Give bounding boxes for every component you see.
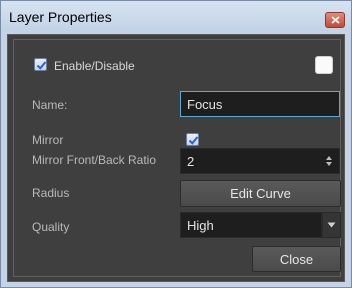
- mirror-label: Mirror: [32, 133, 64, 147]
- spin-arrows-icon[interactable]: [324, 154, 334, 168]
- edit-curve-button[interactable]: Edit Curve: [180, 180, 341, 207]
- dialog-title: Layer Properties: [9, 9, 112, 25]
- quality-dropdown-button[interactable]: [322, 212, 341, 238]
- close-icon: [330, 16, 340, 24]
- checkmark-icon: [36, 61, 47, 70]
- enable-checkbox[interactable]: [34, 58, 47, 71]
- enable-label: Enable/Disable: [54, 59, 135, 73]
- properties-group: Enable/Disable Name: Focus Mirror Mirror…: [13, 39, 341, 277]
- dialog-body: Enable/Disable Name: Focus Mirror Mirror…: [7, 34, 345, 282]
- quality-label: Quality: [32, 220, 70, 234]
- ratio-label: Mirror Front/Back Ratio: [32, 153, 157, 167]
- chevron-down-icon: [327, 222, 336, 228]
- ratio-spinbox[interactable]: 2: [180, 148, 340, 174]
- layer-color-swatch[interactable]: [315, 56, 333, 74]
- name-label: Name:: [32, 98, 68, 112]
- window-close-button[interactable]: [325, 12, 345, 28]
- layer-properties-dialog: Layer Properties Enable/Disable Name: Fo…: [0, 0, 352, 288]
- mirror-checkbox[interactable]: [186, 133, 199, 146]
- name-input[interactable]: Focus: [180, 91, 340, 117]
- checkmark-icon: [188, 136, 199, 145]
- quality-select[interactable]: High: [180, 212, 322, 238]
- close-button[interactable]: Close: [252, 246, 341, 272]
- radius-label: Radius: [32, 186, 70, 200]
- title-bar[interactable]: Layer Properties: [1, 1, 351, 31]
